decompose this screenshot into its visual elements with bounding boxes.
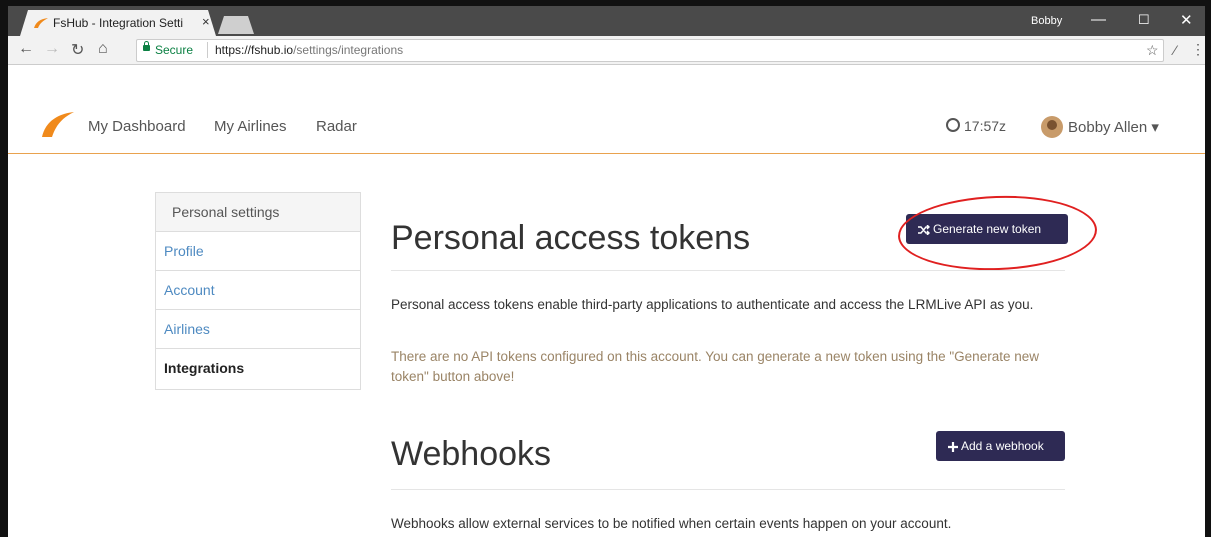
- eyedropper-extension-icon[interactable]: ⁄: [1174, 42, 1176, 58]
- url-text[interactable]: https://fshub.io/settings/integrations: [215, 43, 403, 57]
- url-host: fshub.io: [251, 43, 294, 57]
- sidebar-item-integrations[interactable]: Integrations: [156, 349, 360, 387]
- webhooks-description: Webhooks allow external services to be n…: [391, 516, 952, 531]
- add-webhook-button[interactable]: Add a webhook: [936, 431, 1065, 461]
- sidebar-heading: Personal settings: [156, 193, 360, 232]
- fshub-favicon-icon: [34, 18, 48, 28]
- browser-window: FsHub - Integration Setti × Bobby — ☐ ✕ …: [8, 6, 1205, 537]
- close-window-icon[interactable]: ✕: [1180, 11, 1193, 29]
- sidebar-item-profile[interactable]: Profile: [156, 232, 360, 271]
- reload-icon[interactable]: ↻: [71, 40, 84, 60]
- annotation-circle: [896, 192, 1099, 274]
- webhooks-heading: Webhooks: [391, 435, 552, 473]
- url-path: /settings/integrations: [293, 43, 404, 57]
- lock-icon: [143, 41, 150, 51]
- address-bar[interactable]: Secure https://fshub.io/settings/integra…: [136, 39, 1164, 62]
- tokens-description: Personal access tokens enable third-part…: [391, 297, 1034, 312]
- window-profile-name[interactable]: Bobby: [1031, 15, 1062, 27]
- settings-sidebar: Personal settings Profile Account Airlin…: [155, 192, 361, 390]
- back-icon[interactable]: ←: [18, 40, 34, 58]
- nav-radar[interactable]: Radar: [316, 118, 357, 135]
- secure-label: Secure: [155, 43, 194, 57]
- add-webhook-label: Add a webhook: [961, 439, 1044, 453]
- clock-icon: [946, 118, 960, 132]
- home-icon[interactable]: ⌂: [98, 40, 108, 58]
- webhooks-divider: [391, 489, 1065, 490]
- utc-clock: 17:57z: [946, 118, 1006, 134]
- nav-my-airlines[interactable]: My Airlines: [214, 118, 287, 135]
- new-tab-button[interactable]: [218, 16, 254, 34]
- browser-toolbar: ← → ↻ ⌂ Secure https://fshub.io/settings…: [8, 36, 1205, 65]
- url-scheme: https://: [215, 43, 252, 57]
- clock-time: 17:57z: [964, 118, 1007, 134]
- sidebar-item-account[interactable]: Account: [156, 271, 360, 310]
- fshub-logo-icon[interactable]: [40, 111, 74, 137]
- nav-my-dashboard[interactable]: My Dashboard: [88, 118, 186, 135]
- plus-icon: [948, 442, 958, 452]
- tab-close-icon[interactable]: ×: [202, 14, 210, 29]
- bookmark-star-icon[interactable]: ☆: [1146, 42, 1159, 59]
- sidebar-item-airlines[interactable]: Airlines: [156, 310, 360, 349]
- browser-menu-icon[interactable]: ⋮: [1191, 41, 1205, 58]
- avatar[interactable]: [1041, 116, 1063, 138]
- forward-icon[interactable]: →: [44, 40, 60, 58]
- user-menu[interactable]: Bobby Allen ▾: [1068, 118, 1159, 136]
- tab-title: FsHub - Integration Setti: [53, 16, 184, 30]
- tokens-heading: Personal access tokens: [391, 219, 751, 257]
- maximize-icon[interactable]: ☐: [1138, 12, 1150, 28]
- tokens-divider: [391, 270, 1065, 271]
- site-navbar: My Dashboard My Airlines Radar 17:57z Bo…: [8, 65, 1205, 154]
- address-separator: [207, 42, 208, 58]
- browser-tab[interactable]: FsHub - Integration Setti ×: [20, 10, 216, 36]
- minimize-icon[interactable]: —: [1091, 11, 1106, 28]
- tokens-empty-message: There are no API tokens configured on th…: [391, 349, 1039, 384]
- title-bar: FsHub - Integration Setti × Bobby — ☐ ✕: [8, 6, 1205, 36]
